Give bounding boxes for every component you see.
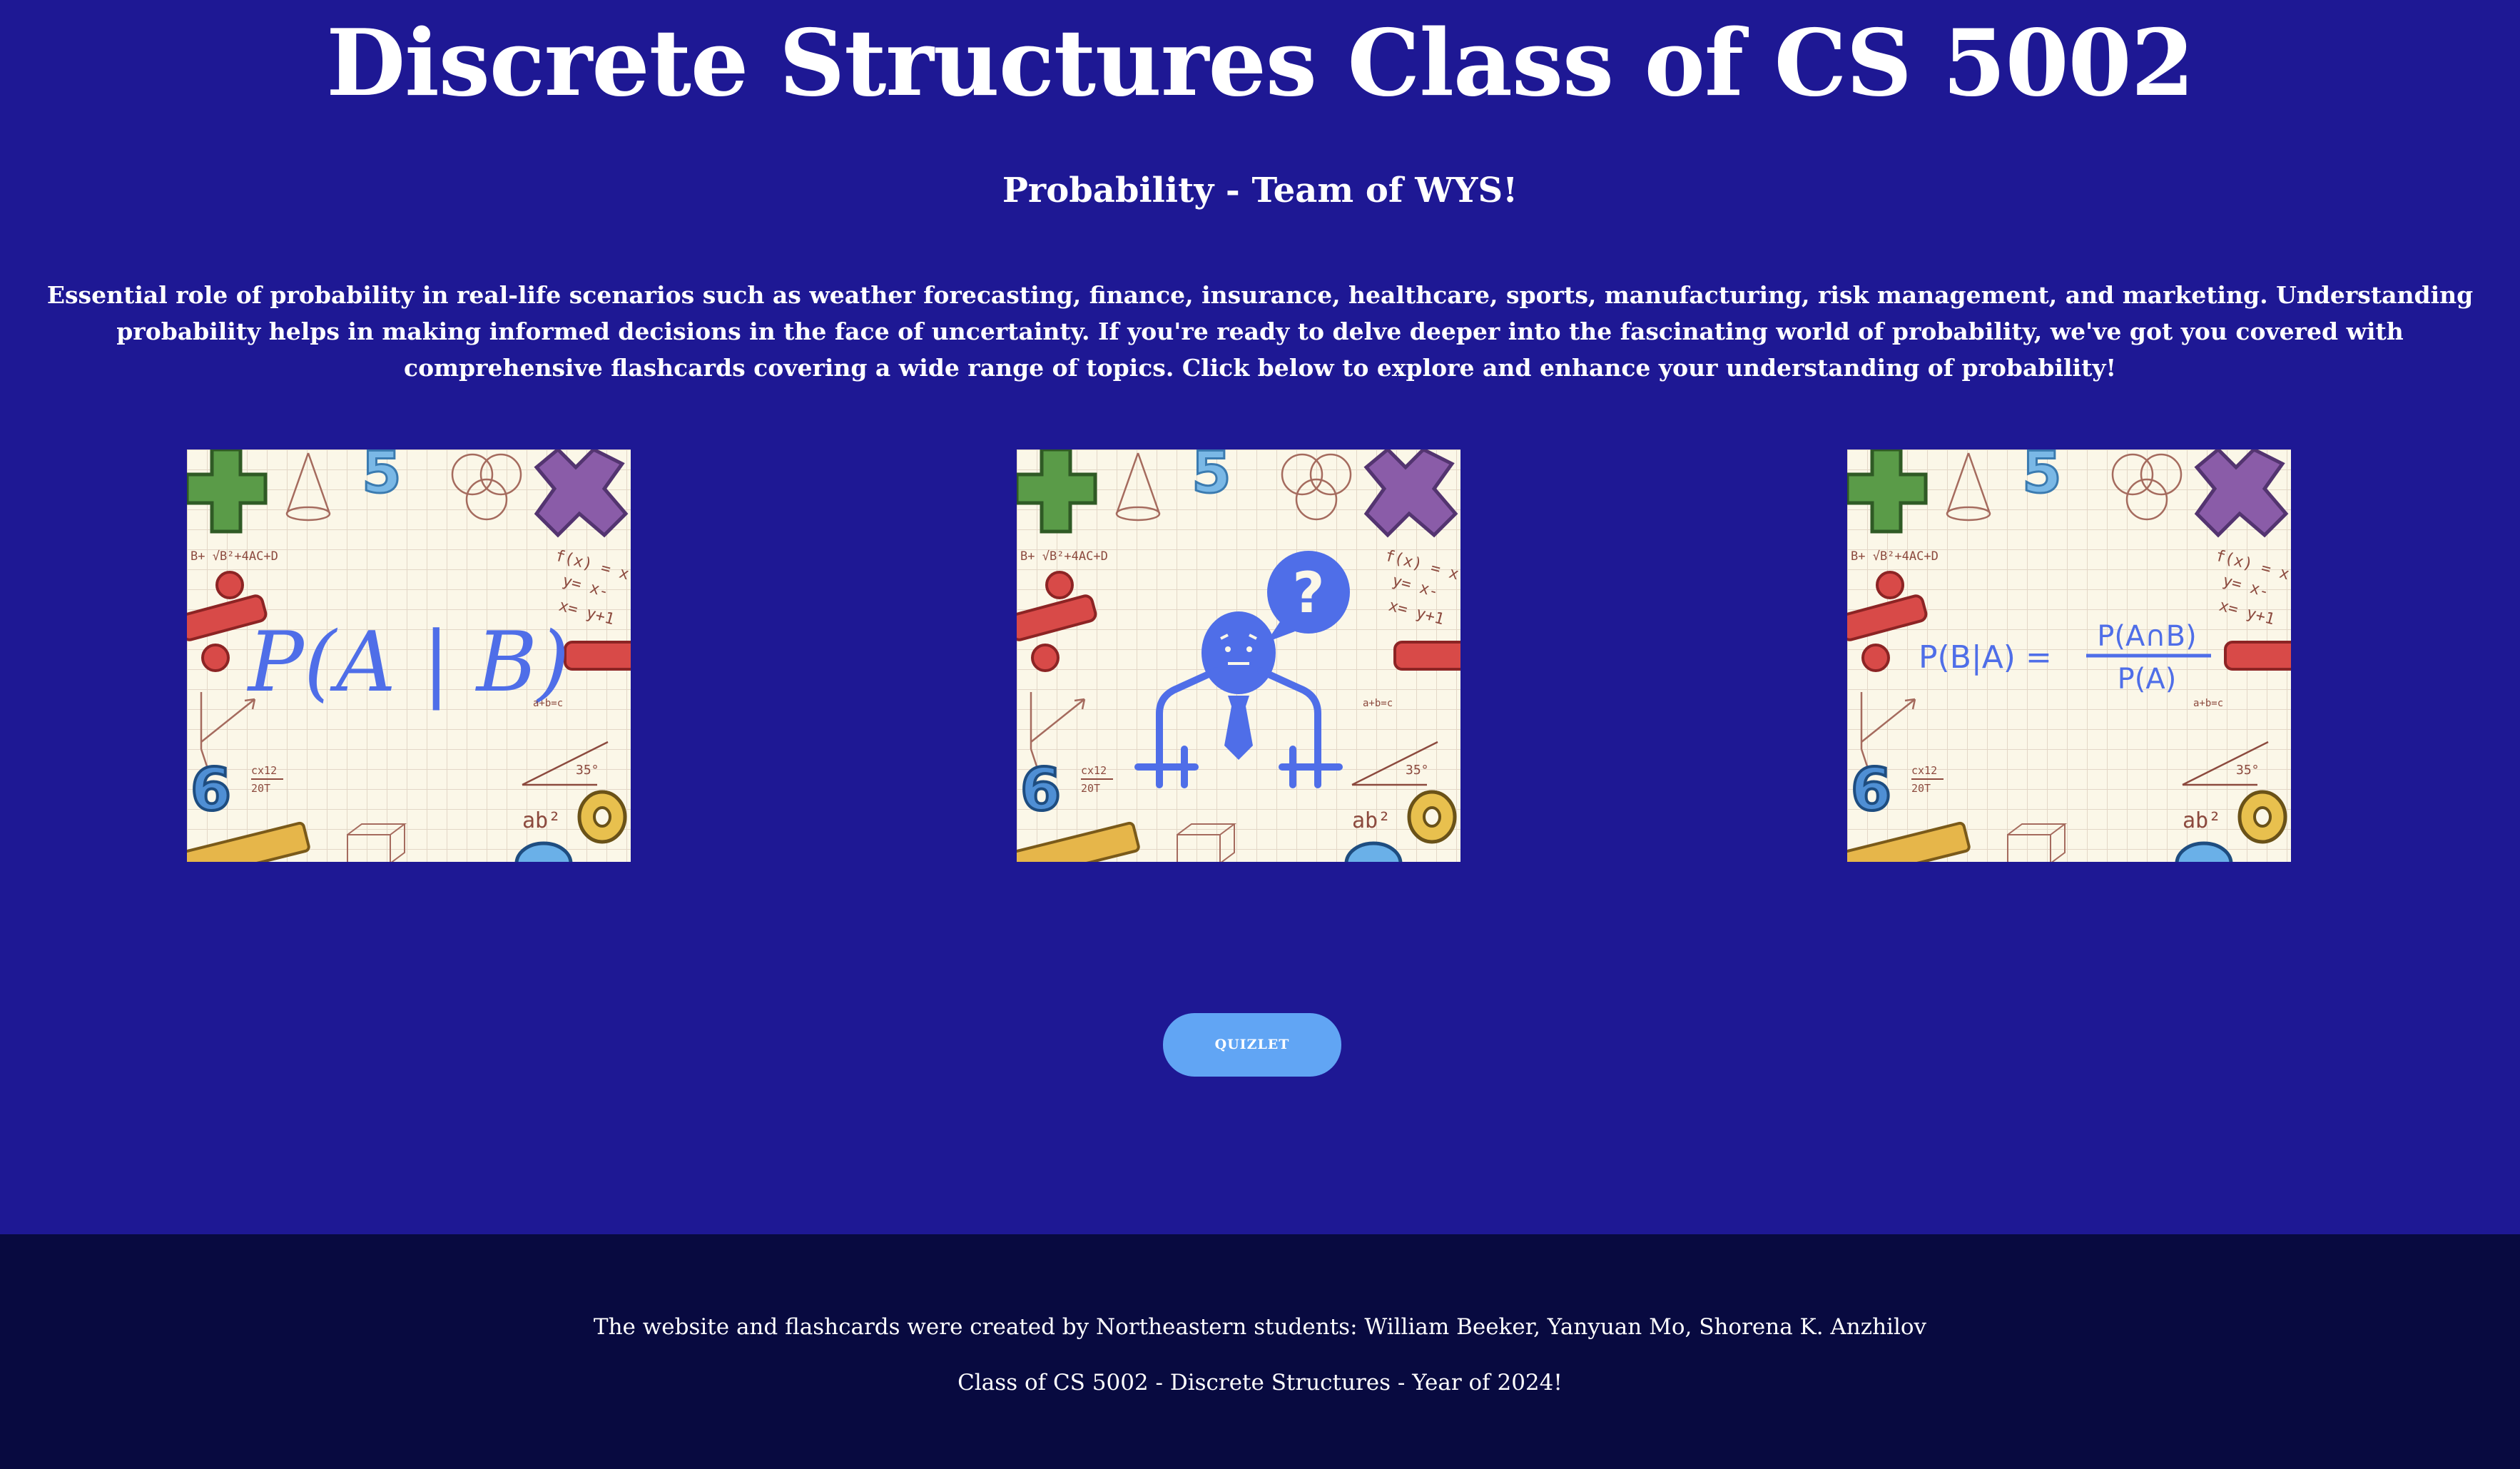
page-subtitle: Probability - Team of WYS! [1002,171,1518,210]
svg-text:5: 5 [2022,449,2062,506]
fraction-bottom-doodle: 20T [1911,782,1931,795]
fraction-bottom-doodle: 20T [1081,782,1100,795]
red-minus-icon [564,641,631,671]
abc-doodle: a+b=c [533,698,563,709]
degree-doodle: 35° [576,763,599,778]
red-minus-icon [2224,641,2291,671]
conditional-probability-formula: P(A | B) [247,614,569,711]
footer: The website and flashcards were created … [0,1234,2520,1469]
flashcard-image-conditional-probability[interactable]: 5 B+ √B²+4AC+D f(x) = x- y= x- x= y+1 P(… [187,449,631,862]
footer-credits: The website and flashcards were created … [593,1314,1927,1340]
footer-class-line: Class of CS 5002 - Discrete Structures -… [957,1370,1563,1396]
yellow-zero-icon [1407,790,1457,844]
fraction-bottom-doodle: 20T [251,782,270,795]
svg-text:6: 6 [1851,756,1891,824]
number-five-icon: 5 [361,449,403,507]
ab-squared-doodle: ab² [522,808,561,833]
svg-text:6: 6 [190,756,231,824]
yellow-zero-icon [2237,790,2287,844]
number-six-icon: 6 [1849,755,1893,825]
quizlet-button[interactable]: QUIZLET [1163,1013,1341,1077]
flashcard-image-bayes-formula[interactable]: 5 B+ √B²+4AC+D f(x) = x- y= x- x= y+1 P(… [1847,449,2291,862]
svg-text:5: 5 [362,449,402,506]
intro-paragraph: Essential role of probability in real-li… [46,281,2474,382]
abc-doodle: a+b=c [2193,698,2223,709]
yellow-zero-icon [577,790,627,844]
card-background-svg: 5 B+ √B²+4AC+D f(x) = x- y= x- x= y+1 P(… [187,449,631,862]
number-five-icon: 5 [1191,449,1233,507]
fraction-top-doodle: cx12 [251,764,277,777]
formula-doodle: B+ √B²+4AC+D [1020,549,1108,564]
red-minus-icon [1393,641,1460,671]
number-six-icon: 6 [189,755,233,825]
flashcard-image-question-person[interactable]: 5 B+ √B²+4AC+D f(x) = x- y= x- x= y+1 ? … [1017,449,1460,862]
formula-doodle: B+ √B²+4AC+D [1851,549,1939,564]
abc-doodle: a+b=c [1363,698,1393,709]
bayes-formula-numerator: P(A∩B) [2097,620,2196,653]
fraction-top-doodle: cx12 [1081,764,1107,777]
ab-squared-doodle: ab² [2183,808,2221,833]
card-background-svg: 5 B+ √B²+4AC+D f(x) = x- y= x- x= y+1 [1847,449,2291,862]
number-six-icon: 6 [1019,755,1062,825]
page-title: Discrete Structures Class of CS 5002 [326,10,2195,117]
fraction-top-doodle: cx12 [1911,764,1937,777]
bayes-formula-denominator: P(A) [2118,663,2177,696]
ab-squared-doodle: ab² [1352,808,1391,833]
svg-text:5: 5 [1192,449,1231,506]
card-background-svg: 5 B+ √B²+4AC+D f(x) = x- y= x- x= y+1 [1017,449,1460,862]
formula-doodle: B+ √B²+4AC+D [190,549,278,564]
degree-doodle: 35° [2236,763,2260,778]
main-section: Discrete Structures Class of CS 5002 Pro… [0,0,2520,1234]
degree-doodle: 35° [1406,763,1429,778]
svg-text:?: ? [1292,561,1324,626]
bayes-formula-left: P(B|A) = [1919,639,2052,676]
number-five-icon: 5 [2021,449,2063,507]
svg-text:6: 6 [1020,756,1061,824]
